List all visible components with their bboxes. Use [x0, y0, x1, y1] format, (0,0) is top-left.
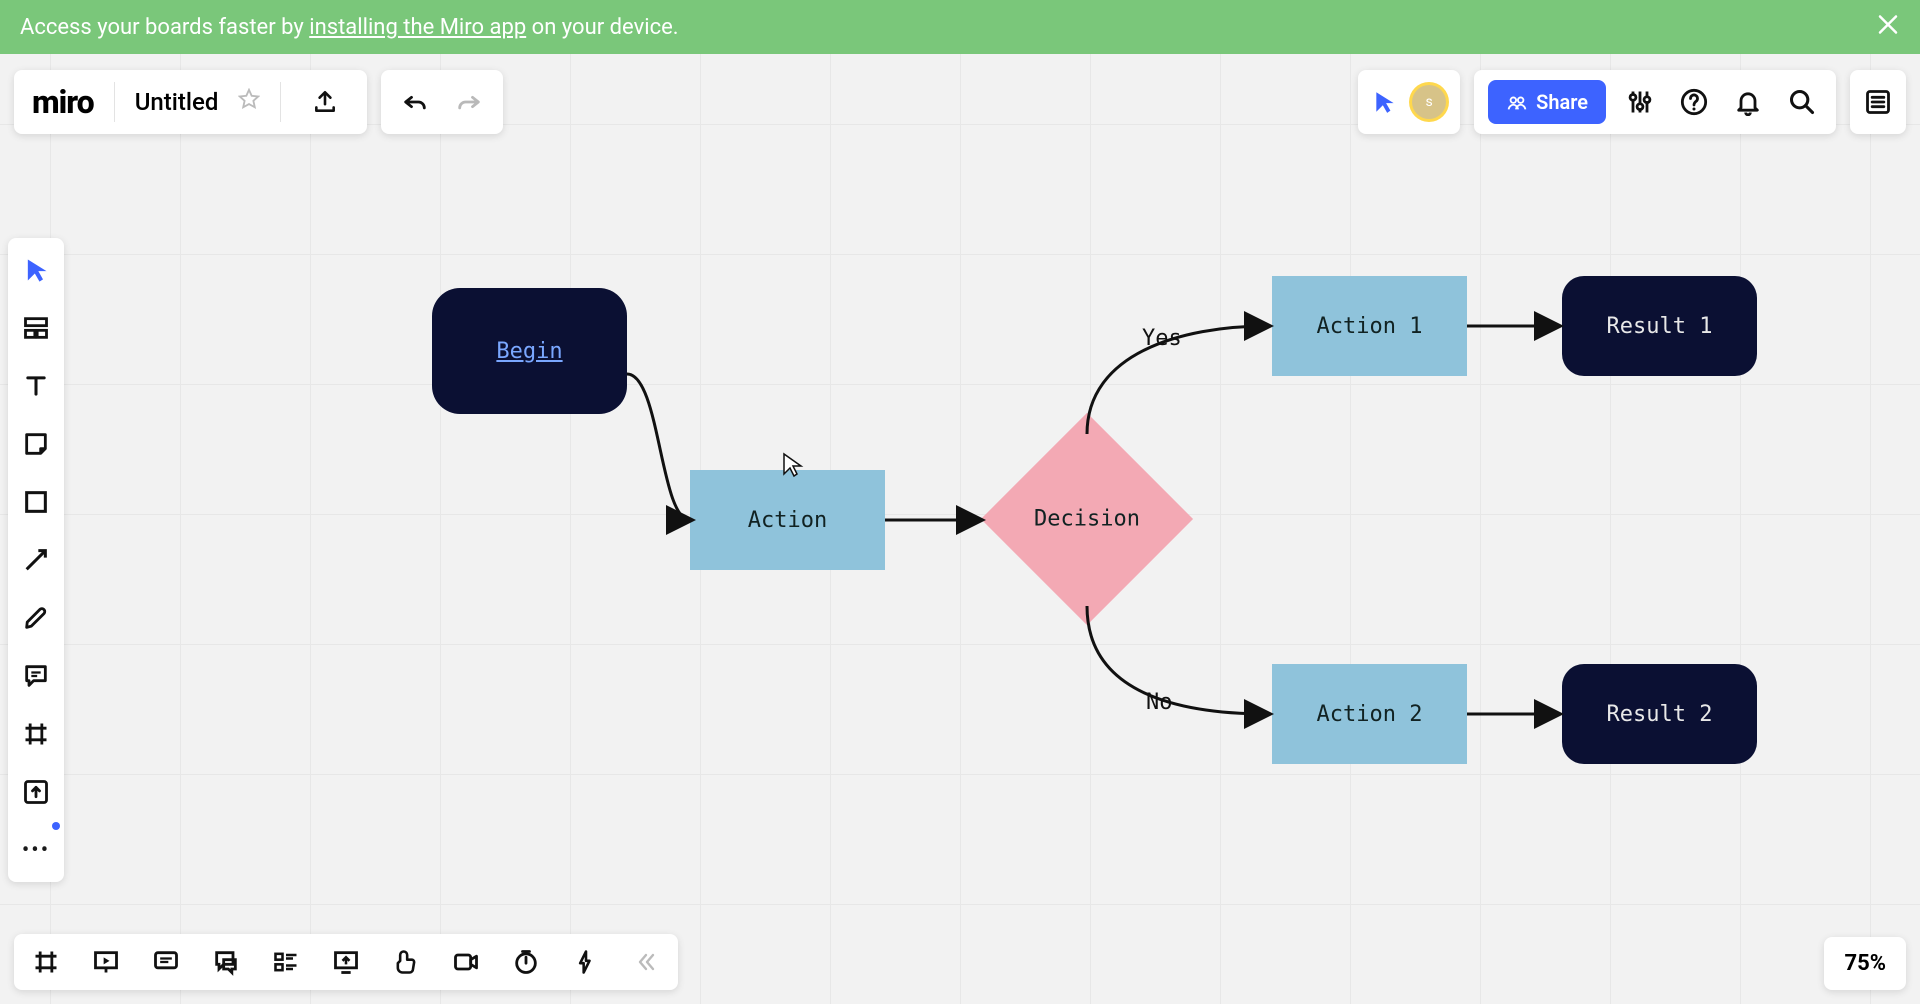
node-action-1[interactable]: Action 1 [1272, 276, 1467, 376]
share-button[interactable]: Share [1488, 80, 1606, 124]
connection-line-tool[interactable] [14, 538, 58, 582]
shape-tool[interactable] [14, 480, 58, 524]
install-app-link[interactable]: installing the Miro app [309, 15, 526, 40]
collab-panel: s [1358, 70, 1460, 134]
divider [114, 82, 115, 122]
sticky-note-tool[interactable] [14, 422, 58, 466]
activity-panel[interactable] [1850, 70, 1906, 134]
node-decision[interactable]: Decision [1012, 444, 1162, 594]
frames-icon[interactable] [28, 944, 64, 980]
share-label: Share [1536, 90, 1588, 114]
pen-tool[interactable] [14, 596, 58, 640]
node-label: Decision [1034, 507, 1140, 532]
node-label: Result 2 [1607, 702, 1713, 727]
edge-label-yes: Yes [1142, 326, 1182, 351]
presentation-icon[interactable] [88, 944, 124, 980]
video-icon[interactable] [448, 944, 484, 980]
divider [280, 82, 281, 122]
left-toolbar: ••• [8, 238, 64, 882]
list-icon [1864, 88, 1892, 116]
more-tools[interactable]: ••• [14, 828, 58, 872]
help-icon[interactable] [1674, 88, 1714, 116]
node-result-1[interactable]: Result 1 [1562, 276, 1757, 376]
redo-icon[interactable] [445, 78, 493, 126]
edge-label-no: No [1146, 690, 1173, 715]
canvas[interactable]: Begin Action Decision Action 1 Action 2 … [0, 54, 1920, 1004]
undo-icon[interactable] [391, 78, 439, 126]
notifications-icon[interactable] [1728, 88, 1768, 116]
templates-tool[interactable] [14, 306, 58, 350]
actions-panel: Share [1474, 70, 1836, 134]
node-action[interactable]: Action [690, 470, 885, 570]
timer-icon[interactable] [508, 944, 544, 980]
settings-sliders-icon[interactable] [1620, 88, 1660, 116]
header-panel: miro Untitled [14, 70, 367, 134]
card-list-icon[interactable] [268, 944, 304, 980]
frame-tool[interactable] [14, 712, 58, 756]
history-panel [381, 70, 503, 134]
voting-icon[interactable] [568, 944, 604, 980]
text-tool[interactable] [14, 364, 58, 408]
close-icon[interactable] [1876, 11, 1900, 44]
select-tool[interactable] [14, 248, 58, 292]
notification-dot-icon [52, 822, 60, 830]
collapse-toolbar-icon[interactable] [628, 944, 664, 980]
search-icon[interactable] [1782, 88, 1822, 116]
node-label: Result 1 [1607, 314, 1713, 339]
node-action-2[interactable]: Action 2 [1272, 664, 1467, 764]
edges-layer [0, 54, 1920, 1004]
screen-share-icon[interactable] [328, 944, 364, 980]
comment-tool[interactable] [14, 654, 58, 698]
begin-link[interactable]: Begin [496, 339, 562, 364]
node-label: Action 1 [1317, 314, 1423, 339]
zoom-indicator[interactable]: 75% [1824, 937, 1906, 990]
upload-tool[interactable] [14, 770, 58, 814]
export-icon[interactable] [301, 78, 349, 126]
star-icon[interactable] [238, 88, 260, 116]
avatar[interactable]: s [1412, 85, 1446, 119]
chat-icon[interactable] [208, 944, 244, 980]
board-title[interactable]: Untitled [135, 88, 219, 116]
collab-cursor-icon[interactable] [1372, 89, 1398, 115]
bottom-toolbar [14, 934, 678, 990]
miro-logo[interactable]: miro [32, 83, 94, 121]
node-result-2[interactable]: Result 2 [1562, 664, 1757, 764]
comments-panel-icon[interactable] [148, 944, 184, 980]
node-label: Action [748, 508, 827, 533]
banner-text: Access your boards faster by installing … [20, 15, 679, 40]
install-app-banner: Access your boards faster by installing … [0, 0, 1920, 54]
node-label: Action 2 [1317, 702, 1423, 727]
node-begin[interactable]: Begin [432, 288, 627, 414]
reactions-icon[interactable] [388, 944, 424, 980]
